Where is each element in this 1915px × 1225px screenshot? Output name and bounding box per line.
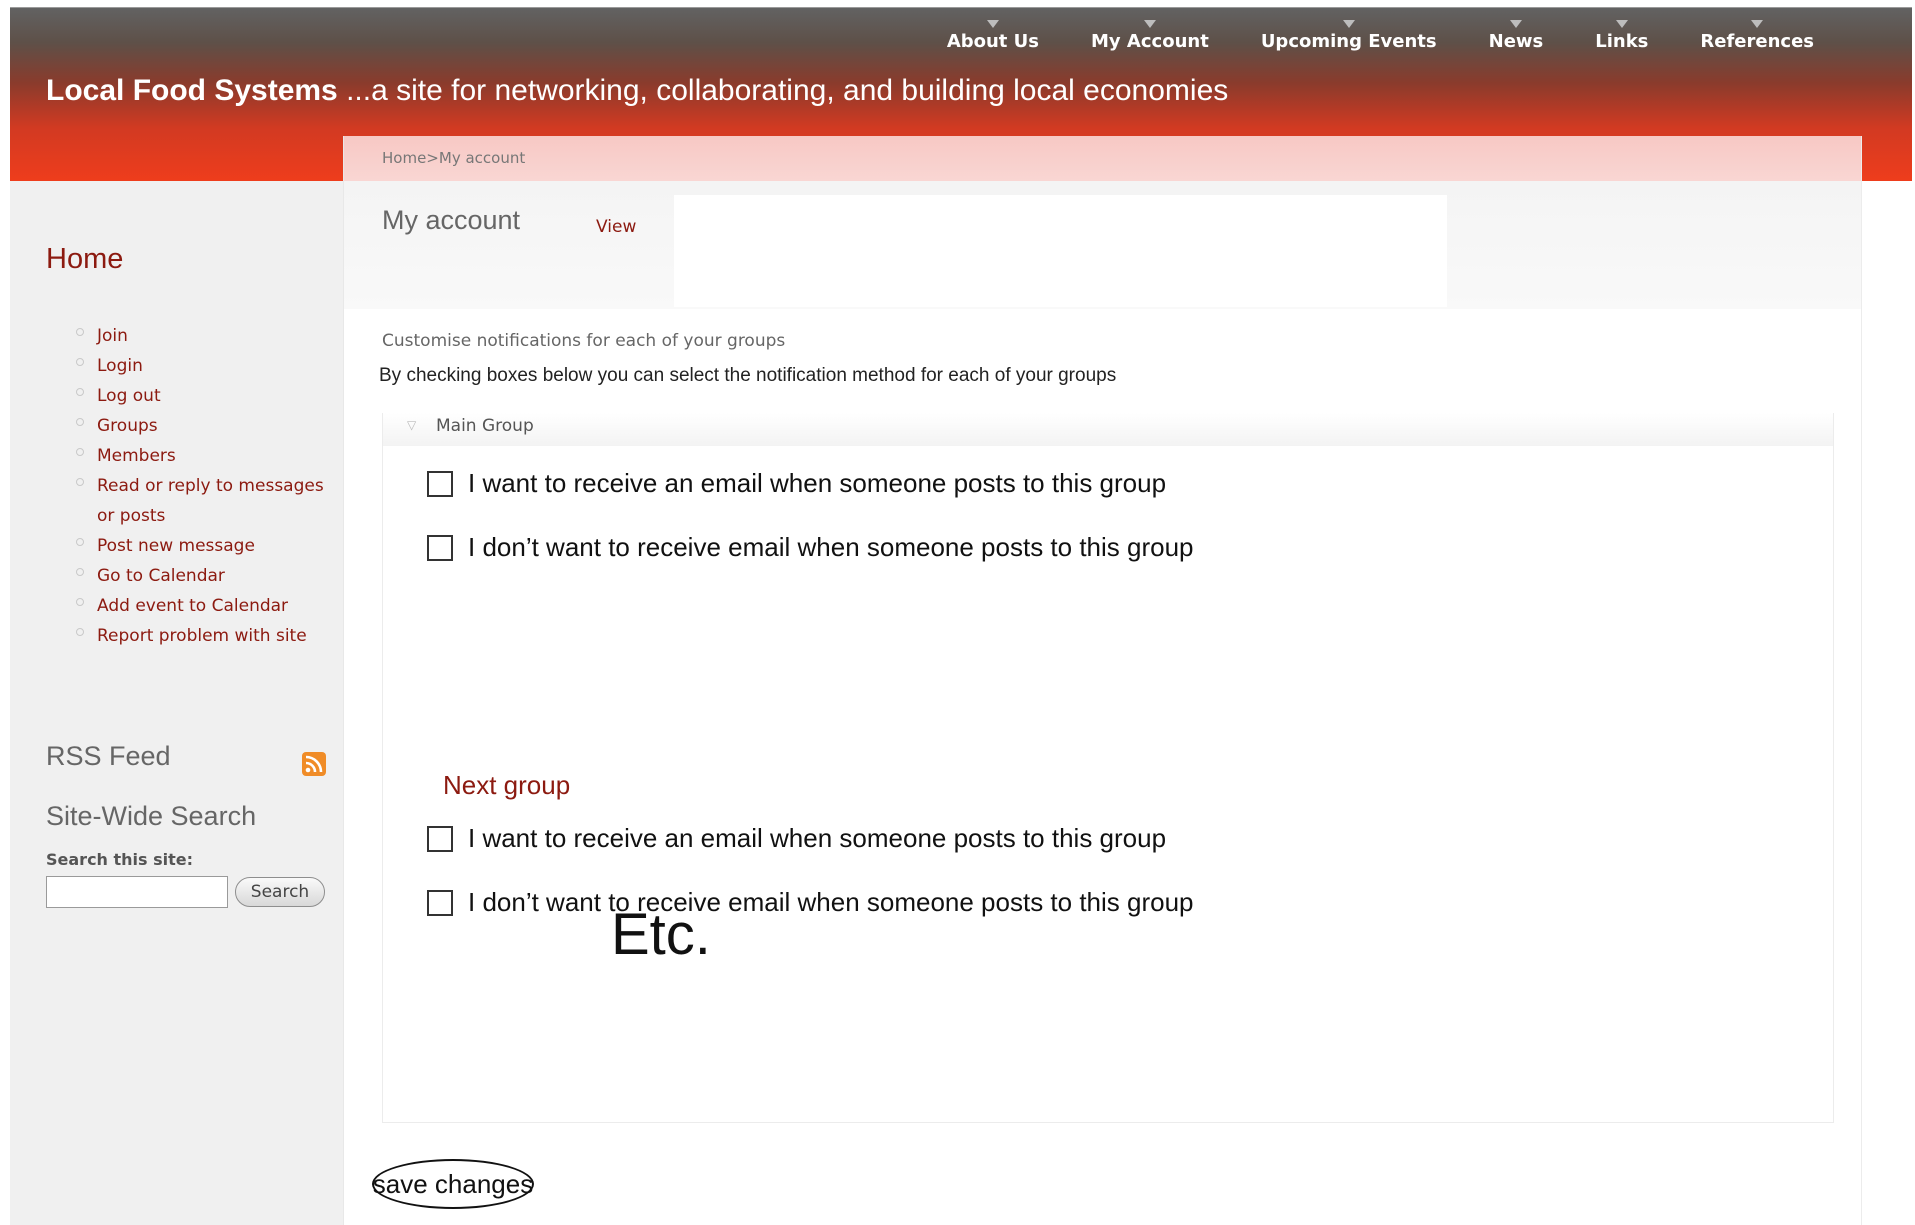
- sidebar-item-add-event[interactable]: Add event to Calendar: [76, 591, 326, 621]
- sidebar-item-label: Join: [97, 326, 128, 346]
- sidebar-item-login[interactable]: Login: [76, 351, 326, 381]
- nav-label: Upcoming Events: [1260, 31, 1437, 52]
- save-changes-button[interactable]: save changes: [372, 1159, 534, 1209]
- checkbox[interactable]: [427, 470, 453, 497]
- bullet-icon: [76, 328, 84, 336]
- nav-references[interactable]: References: [1674, 20, 1840, 62]
- sidebar-item-members[interactable]: Members: [76, 441, 326, 471]
- sidebar-item-label: Read or reply to messages or posts: [97, 476, 324, 526]
- bullet-icon: [76, 418, 84, 426]
- breadcrumb-home-link[interactable]: Home: [382, 149, 426, 167]
- site-name[interactable]: Local Food Systems: [46, 74, 338, 107]
- sidebar-item-label: Members: [97, 446, 176, 466]
- main-content: Home>My account My account View Customis…: [343, 136, 1862, 1225]
- sidebar-item-report-problem[interactable]: Report problem with site: [76, 621, 326, 651]
- bullet-icon: [76, 478, 84, 486]
- nav-my-account[interactable]: My Account: [1065, 20, 1235, 62]
- sidebar-item-join[interactable]: Join: [76, 321, 326, 351]
- option-label: I don’t want to receive email when someo…: [468, 887, 1194, 917]
- bullet-icon: [76, 448, 84, 456]
- groups-fieldset: ▽ Main Group I want to receive an email …: [382, 413, 1834, 1123]
- breadcrumb: Home>My account: [382, 149, 525, 167]
- sidebar-item-label: Login: [97, 356, 143, 376]
- main-group-email-option[interactable]: I want to receive an email when someone …: [427, 468, 1166, 499]
- nav-news[interactable]: News: [1463, 20, 1570, 62]
- sidebar-item-post-new-message[interactable]: Post new message: [76, 531, 326, 561]
- rss-glyph: [305, 755, 323, 773]
- sidebar-item-groups[interactable]: Groups: [76, 411, 326, 441]
- bullet-icon: [76, 358, 84, 366]
- rss-icon[interactable]: [302, 752, 326, 776]
- top-nav: About Us My Account Upcoming Events News…: [921, 20, 1840, 62]
- search-label: Search this site:: [46, 850, 194, 869]
- checkbox[interactable]: [427, 534, 453, 561]
- search-button[interactable]: Search: [235, 877, 325, 907]
- nav-notch-icon: [1509, 20, 1522, 28]
- site-search-heading: Site-Wide Search: [46, 801, 257, 831]
- nav-about-us[interactable]: About Us: [921, 20, 1065, 62]
- bullet-icon: [76, 568, 84, 576]
- site-tagline: ...a site for networking, collaborating,…: [337, 74, 1229, 107]
- nav-links[interactable]: Links: [1569, 20, 1674, 62]
- nav-notch-icon: [1615, 20, 1628, 28]
- nav-notch-icon: [1342, 20, 1355, 28]
- site-title: Local Food Systems ...a site for network…: [46, 74, 1228, 108]
- checkbox[interactable]: [427, 825, 453, 852]
- sidebar: Home Join Login Log out Groups Members R…: [10, 181, 343, 1225]
- collapse-triangle-icon[interactable]: ▽: [407, 418, 416, 432]
- sidebar-item-label: Log out: [97, 386, 161, 406]
- main-group-label[interactable]: Main Group: [436, 416, 534, 436]
- nav-label: About Us: [946, 31, 1040, 52]
- sidebar-menu: Join Login Log out Groups Members Read o…: [76, 321, 326, 651]
- tab-view[interactable]: View: [596, 217, 636, 237]
- bullet-icon: [76, 388, 84, 396]
- sidebar-item-label: Groups: [97, 416, 158, 436]
- main-group-no-email-option[interactable]: I don’t want to receive email when someo…: [427, 532, 1194, 563]
- breadcrumb-separator: >: [426, 149, 439, 167]
- notifications-instructions: By checking boxes below you can select t…: [379, 365, 1117, 386]
- nav-notch-icon: [986, 20, 999, 28]
- sidebar-item-go-to-calendar[interactable]: Go to Calendar: [76, 561, 326, 591]
- breadcrumb-current[interactable]: My account: [439, 149, 525, 167]
- bullet-icon: [76, 598, 84, 606]
- option-label: I want to receive an email when someone …: [468, 823, 1167, 853]
- option-label: I don’t want to receive email when someo…: [468, 532, 1194, 562]
- bullet-icon: [76, 628, 84, 636]
- nav-upcoming-events[interactable]: Upcoming Events: [1235, 20, 1463, 62]
- option-label: I want to receive an email when someone …: [468, 468, 1167, 498]
- notifications-heading: Customise notifications for each of your…: [382, 331, 786, 351]
- sidebar-item-log-out[interactable]: Log out: [76, 381, 326, 411]
- next-group-no-email-option[interactable]: I don’t want to receive email when someo…: [427, 887, 1194, 918]
- sidebar-item-label: Go to Calendar: [97, 566, 225, 586]
- next-group-email-option[interactable]: I want to receive an email when someone …: [427, 823, 1166, 854]
- search-input[interactable]: [46, 876, 228, 908]
- nav-notch-icon: [1143, 20, 1156, 28]
- sidebar-item-read-reply[interactable]: Read or reply to messages or posts: [76, 471, 326, 531]
- title-area: My account View: [344, 181, 1861, 309]
- nav-label: References: [1700, 31, 1814, 52]
- etc-placeholder: Etc.: [611, 902, 711, 967]
- sidebar-home-link[interactable]: Home: [46, 243, 123, 276]
- nav-label: My Account: [1091, 31, 1209, 52]
- sidebar-item-label: Add event to Calendar: [97, 596, 289, 616]
- next-group-label: Next group: [443, 770, 571, 800]
- nav-label: Links: [1595, 31, 1649, 52]
- nav-notch-icon: [1751, 20, 1764, 28]
- breadcrumb-bar: Home>My account: [344, 136, 1861, 181]
- checkbox[interactable]: [427, 889, 453, 916]
- title-white-block: [674, 195, 1447, 307]
- sidebar-item-label: Report problem with site: [97, 626, 307, 646]
- bullet-icon: [76, 538, 84, 546]
- sidebar-item-label: Post new message: [97, 536, 255, 556]
- page-title: My account: [382, 205, 521, 235]
- main-group-legend: ▽ Main Group: [383, 413, 1833, 446]
- nav-label: News: [1488, 31, 1544, 52]
- rss-feed-heading: RSS Feed: [46, 741, 171, 771]
